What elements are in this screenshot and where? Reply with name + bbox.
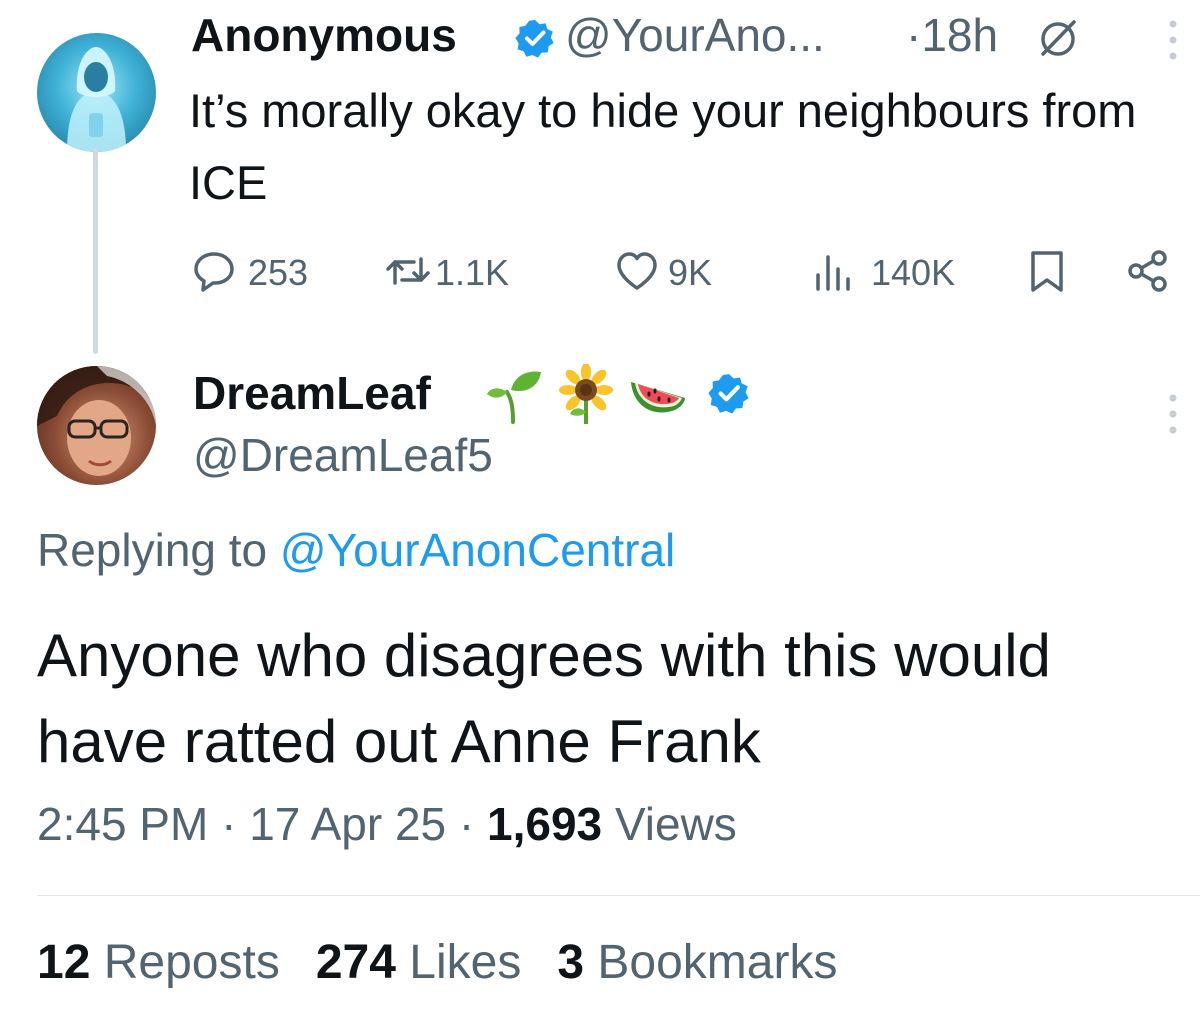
- replying-to-line: Replying to @YourAnonCentral: [37, 523, 675, 577]
- verified-badge-icon: [515, 20, 554, 58]
- hooded-figure-image: [67, 47, 126, 152]
- parent-handle[interactable]: @YourAno...: [565, 8, 825, 62]
- reply-handle[interactable]: @DreamLeaf5: [193, 428, 493, 482]
- parent-timestamp[interactable]: ·18h: [906, 8, 998, 62]
- profile-photo-image: [37, 366, 156, 476]
- verified-badge-icon: [708, 374, 749, 414]
- parent-tweet-text: It’s morally okay to hide your neighbour…: [189, 84, 1137, 209]
- replying-to-label: Replying to: [37, 524, 268, 576]
- tweet-date[interactable]: 17 Apr 25: [249, 798, 446, 850]
- repost-count: 1.1K: [435, 252, 510, 293]
- reposts-stat[interactable]: 12 Reposts: [37, 936, 280, 989]
- sunflower-emoji-icon: [559, 364, 613, 424]
- reply-tweet-text: Anyone who disagrees with this would hav…: [37, 622, 1051, 775]
- tweet-views-count: 1,693: [487, 798, 603, 850]
- tweet-views-label: Views: [614, 798, 737, 850]
- reply-count: 253: [248, 252, 309, 293]
- repost-icon[interactable]: [386, 249, 430, 293]
- more-options-icon[interactable]: [1162, 18, 1184, 62]
- parent-author-name[interactable]: Anonymous: [191, 8, 457, 62]
- reposts-label: Reposts: [103, 936, 280, 989]
- avatar-anonymous[interactable]: [37, 33, 156, 152]
- bookmarks-count: 3: [557, 936, 585, 989]
- likes-stat[interactable]: 274 Likes: [316, 936, 522, 989]
- tweet-time[interactable]: 2:45 PM: [37, 798, 208, 850]
- grok-icon[interactable]: [1037, 18, 1079, 60]
- views-count: 140K: [871, 252, 956, 293]
- bookmarks-label: Bookmarks: [597, 936, 838, 989]
- replying-to-handle-link[interactable]: @YourAnonCentral: [280, 524, 675, 576]
- seedling-emoji-icon: [487, 371, 541, 424]
- meta-separator: ·: [458, 798, 475, 850]
- meta-separator: ·: [221, 798, 237, 850]
- divider: [37, 895, 1200, 896]
- reply-icon[interactable]: [192, 249, 236, 293]
- avatar-dreamleaf[interactable]: [37, 366, 156, 485]
- like-count: 9K: [668, 252, 713, 293]
- tweet-meta-line: 2:45 PM · 17 Apr 25 · 1,693 Views: [37, 797, 737, 851]
- like-icon[interactable]: [615, 249, 659, 293]
- views-icon[interactable]: [812, 249, 856, 293]
- more-options-icon[interactable]: [1162, 392, 1184, 436]
- likes-count: 274: [315, 936, 396, 989]
- bookmarks-stat[interactable]: 3 Bookmarks: [557, 936, 837, 989]
- share-icon[interactable]: [1126, 249, 1170, 293]
- watermelon-emoji-icon: [631, 382, 685, 413]
- bookmark-icon[interactable]: [1025, 249, 1069, 293]
- reply-author-name[interactable]: DreamLeaf: [193, 366, 431, 420]
- engagement-stats: 12 Reposts 274 Likes 3 Bookmarks: [37, 935, 837, 990]
- reposts-count: 12: [37, 936, 91, 989]
- thread-line: [93, 148, 98, 354]
- likes-label: Likes: [409, 936, 522, 989]
